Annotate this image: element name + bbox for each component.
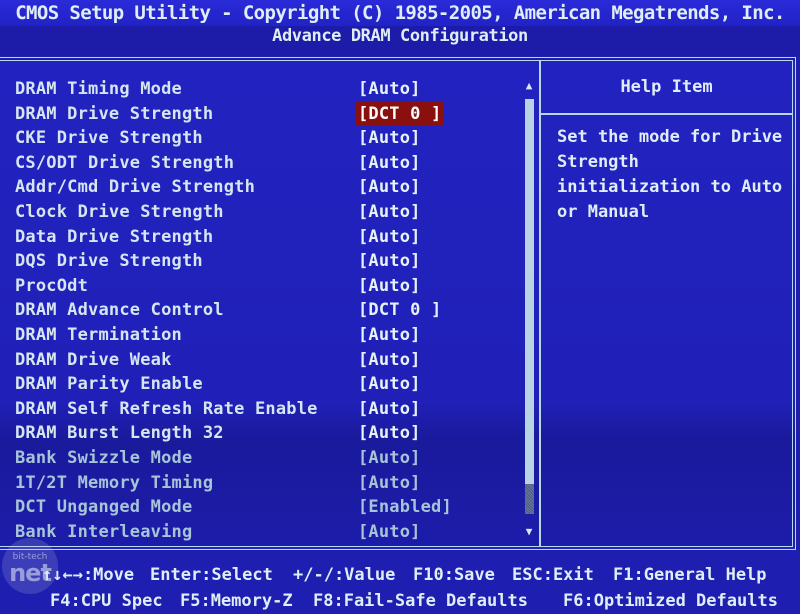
setting-row[interactable]: DRAM Timing Mode [Auto] (15, 77, 515, 102)
setting-value[interactable]: [Auto] (356, 421, 423, 445)
setting-label: DRAM Termination (15, 324, 182, 345)
settings-list: DRAM Timing Mode [Auto] DRAM Drive Strengt… (15, 77, 515, 544)
setting-row[interactable]: DRAM Advance Control [DCT 0 ] (15, 298, 515, 323)
setting-value[interactable]: [Auto] (356, 348, 423, 372)
setting-value[interactable]: [Auto] (356, 274, 423, 298)
setting-value[interactable]: [Auto] (356, 126, 423, 150)
setting-row[interactable]: DQS Drive Strength [Auto] (15, 249, 515, 274)
scroll-up-arrow-icon[interactable]: ▲ (522, 79, 536, 93)
page-title: Advance DRAM Configuration (0, 26, 800, 56)
setting-row[interactable]: Addr/Cmd Drive Strength [Auto] (15, 175, 515, 200)
hint-optimized: F6:Optimized Defaults (563, 591, 778, 611)
main-frame: DRAM Timing Mode [Auto] DRAM Drive Strengt… (0, 57, 796, 550)
setting-row[interactable]: DRAM Drive Weak [Auto] (15, 348, 515, 373)
setting-row[interactable]: DRAM Termination [Auto] (15, 323, 515, 348)
setting-row[interactable]: ProcOdt [Auto] (15, 274, 515, 299)
bit-tech-watermark-logo: bit-tech net (2, 538, 58, 594)
setting-row[interactable]: Data Drive Strength [Auto] (15, 225, 515, 250)
setting-value[interactable]: [Auto] (356, 520, 423, 544)
setting-label: DRAM Parity Enable (15, 374, 203, 395)
setting-value[interactable]: [DCT 0 ] (356, 298, 443, 322)
setting-value[interactable]: [Auto] (356, 323, 423, 347)
help-item-text: Set the mode for Drive Strength initiali… (557, 125, 792, 225)
watermark-main: net (9, 559, 52, 587)
setting-value[interactable]: [Auto] (356, 397, 423, 421)
setting-label: 1T/2T Memory Timing (15, 472, 214, 493)
setting-row[interactable]: DRAM Burst Length 32 [Auto] (15, 421, 515, 446)
setting-label: Addr/Cmd Drive Strength (15, 177, 256, 198)
help-item-title: Help Item (620, 77, 713, 97)
hint-general-help: F1:General Help (613, 565, 767, 585)
setting-row[interactable]: Bank Interleaving [Auto] (15, 520, 515, 545)
key-help-footer: ↑↓←→:Move Enter:Select +/-/:Value F10:Sa… (0, 562, 800, 614)
setting-row[interactable]: Bank Swizzle Mode [Auto] (15, 446, 515, 471)
setting-label: DRAM Burst Length 32 (15, 423, 224, 444)
setting-label: DQS Drive Strength (15, 251, 203, 272)
setting-value[interactable]: [Auto] (356, 200, 423, 224)
setting-row[interactable]: 1T/2T Memory Timing [Auto] (15, 471, 515, 496)
scroll-down-arrow-icon[interactable]: ▼ (522, 525, 536, 539)
setting-value[interactable]: [Auto] (356, 151, 423, 175)
setting-label: ProcOdt (15, 275, 89, 296)
setting-label: CKE Drive Strength (15, 128, 203, 149)
setting-row[interactable]: DRAM Drive Strength [DCT 0 ] (15, 101, 515, 127)
scroll-track[interactable] (525, 484, 534, 514)
setting-value[interactable]: [Auto] (356, 372, 423, 396)
setting-label: DRAM Timing Mode (15, 79, 182, 99)
setting-label: Data Drive Strength (15, 226, 214, 247)
hint-fail-safe: F8:Fail-Safe Defaults (313, 591, 528, 611)
hint-select: Enter:Select (150, 565, 273, 585)
setting-label: DRAM Drive Weak (15, 349, 172, 370)
hint-cpu-spec: F4:CPU Spec (50, 591, 163, 611)
setting-value[interactable]: [Enabled] (356, 495, 454, 519)
setting-value[interactable]: [Auto] (356, 175, 423, 199)
hint-exit: ESC:Exit (512, 565, 594, 585)
help-line: Set the mode for Drive (557, 127, 783, 147)
setting-row[interactable]: DCT Unganged Mode [Enabled] (15, 495, 515, 520)
setting-row[interactable]: DRAM Parity Enable [Auto] (15, 372, 515, 397)
help-line: or Manual (557, 202, 650, 222)
setting-label: CS/ODT Drive Strength (15, 152, 235, 173)
footer-line-2: F4:CPU Spec F5:Memory-Z F8:Fail-Safe Def… (0, 588, 800, 614)
setting-value[interactable]: [Auto] (356, 471, 423, 495)
scrollbar[interactable]: ▲ ▼ (522, 79, 536, 539)
setting-label: Bank Swizzle Mode (15, 447, 193, 468)
setting-value-selected[interactable]: [DCT 0 ] (356, 101, 444, 126)
hint-value: +/-/:Value (293, 565, 396, 585)
hint-save: F10:Save (413, 565, 495, 585)
setting-label: DRAM Advance Control (15, 300, 224, 321)
setting-label: Clock Drive Strength (15, 201, 224, 222)
help-line: initialization to Auto (557, 177, 783, 197)
setting-value[interactable]: [Auto] (356, 446, 423, 470)
setting-value[interactable]: [Auto] (356, 225, 423, 249)
setting-label: DRAM Self Refresh Rate Enable (15, 398, 318, 419)
window-title: CMOS Setup Utility - Copyright (C) 1985-… (0, 0, 800, 26)
setting-row[interactable]: CS/ODT Drive Strength [Auto] (15, 151, 515, 176)
panel-divider (539, 61, 541, 546)
help-title-divider (541, 113, 792, 115)
help-line: Strength (557, 152, 639, 172)
setting-row[interactable]: CKE Drive Strength [Auto] (15, 126, 515, 151)
setting-row[interactable]: Clock Drive Strength [Auto] (15, 200, 515, 225)
hint-memory-z: F5:Memory-Z (180, 591, 293, 611)
setting-label: DRAM Drive Strength (15, 103, 214, 124)
footer-line-1: ↑↓←→:Move Enter:Select +/-/:Value F10:Sa… (0, 562, 800, 588)
setting-value[interactable]: [Auto] (356, 77, 423, 101)
setting-value[interactable]: [Auto] (356, 249, 423, 273)
scroll-thumb[interactable] (525, 99, 534, 484)
setting-label: DCT Unganged Mode (15, 497, 193, 518)
setting-row[interactable]: DRAM Self Refresh Rate Enable [Auto] (15, 397, 515, 422)
